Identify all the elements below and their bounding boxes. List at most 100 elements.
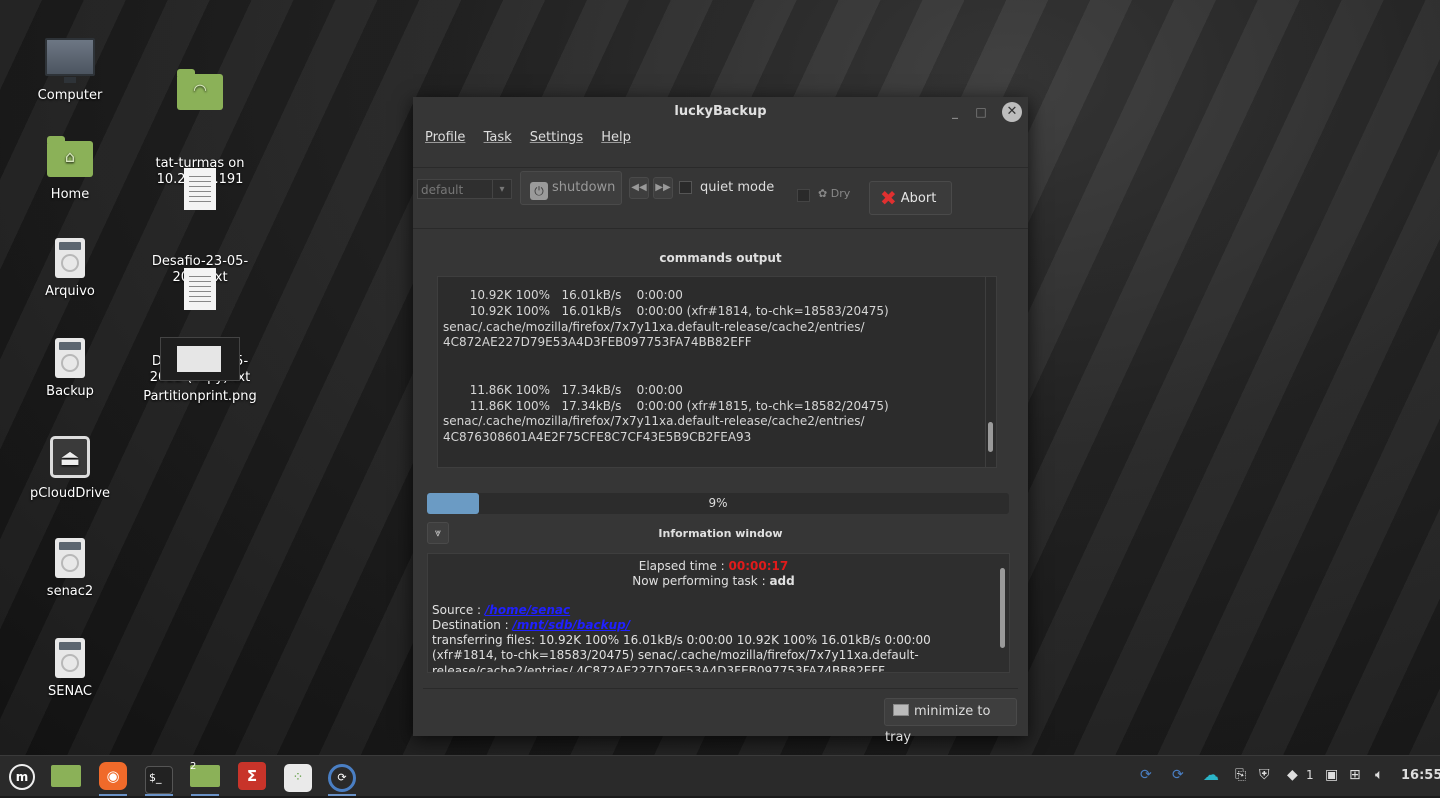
taskbar-luckybackup-button[interactable]: ⟳ bbox=[326, 760, 358, 796]
menu-help[interactable]: Help bbox=[601, 130, 631, 145]
network-icon[interactable]: ⊞ bbox=[1349, 767, 1361, 783]
chevron-down-icon: ▾ bbox=[492, 180, 511, 198]
tray-icon bbox=[893, 704, 909, 716]
shutdown-button[interactable]: ⏻ shutdown bbox=[520, 171, 622, 205]
window-title: luckyBackup bbox=[674, 104, 767, 119]
document-tray-icon[interactable]: ▣ bbox=[1325, 767, 1338, 783]
taskbar-firefox-button[interactable]: ◉ bbox=[97, 760, 129, 796]
window-count-badge: 2 bbox=[190, 761, 197, 772]
info-scrollbar[interactable] bbox=[998, 556, 1008, 672]
destination-path-link[interactable]: /mnt/sdb/backup/ bbox=[513, 618, 631, 632]
desktop-icon-backup[interactable]: Backup bbox=[10, 338, 130, 400]
desktop-icon-label: Partitionprint.png bbox=[143, 389, 257, 404]
clock[interactable]: 16:55 bbox=[1401, 768, 1440, 783]
progress-bar: 9% bbox=[427, 493, 1009, 514]
abort-label: Abort bbox=[900, 191, 937, 206]
network-folder-icon: ◠ bbox=[177, 69, 223, 110]
drive-icon bbox=[55, 238, 85, 278]
desktop-icon-label: SENAC bbox=[48, 684, 92, 699]
sync-tray-icon[interactable]: ⟳ bbox=[1140, 767, 1152, 783]
dry-run-checkbox[interactable] bbox=[797, 189, 810, 202]
taskbar-apps-grid-button[interactable]: ⁘ bbox=[282, 760, 314, 792]
home-folder-icon: ⌂ bbox=[47, 136, 93, 177]
active-indicator bbox=[99, 794, 127, 796]
taskbar-files-window-button[interactable]: 2 bbox=[189, 760, 221, 796]
eject-drive-icon: ⏏ bbox=[50, 436, 90, 478]
notifications-icon[interactable]: ◆ bbox=[1287, 767, 1298, 783]
toolbar: default ▾ ⏻ shutdown ◀◀ ▶▶ quiet mode ✿ D… bbox=[413, 167, 1028, 229]
desktop-icon-label: Arquivo bbox=[45, 284, 95, 299]
minimize-to-tray-button[interactable]: minimize to tray bbox=[884, 698, 1017, 745]
desktop-icon-label: Computer bbox=[37, 88, 103, 103]
source-row: Source : /home/senac bbox=[432, 603, 995, 618]
menu-task[interactable]: Task bbox=[484, 130, 512, 145]
dry-label: Dry bbox=[830, 187, 851, 200]
information-window[interactable]: Elapsed time : 00:00:17 Now performing t… bbox=[427, 553, 1010, 673]
current-task-label: Now performing task : bbox=[632, 574, 770, 589]
output-line: 10.92K 100% 16.01kB/s 0:00:00 (xfr#1814,… bbox=[443, 303, 889, 318]
mint-menu-button[interactable]: m bbox=[6, 760, 38, 792]
info-scrollbar-thumb[interactable] bbox=[1000, 568, 1005, 648]
active-indicator bbox=[145, 794, 173, 796]
source-path-link[interactable]: /home/senac bbox=[485, 603, 570, 617]
taskbar-terminal-button[interactable]: $_ bbox=[143, 760, 175, 796]
taskbar-files-button[interactable] bbox=[50, 760, 82, 792]
desktop-icon-pclouddrive[interactable]: ⏏ pCloudDrive bbox=[10, 436, 130, 502]
transfer-status-text: transferring files: 10.92K 100% 16.01kB/… bbox=[432, 633, 931, 673]
source-label: Source : bbox=[432, 602, 485, 617]
output-line: 4C872AE227D79E53A4D3FEB097753FA74BB82EFF bbox=[443, 335, 752, 350]
output-line: 11.86K 100% 17.34kB/s 0:00:00 bbox=[443, 382, 683, 397]
volume-icon[interactable]: 🔈︎ bbox=[1375, 767, 1383, 783]
separator bbox=[423, 688, 1018, 689]
terminal-icon: $_ bbox=[145, 766, 173, 794]
desktop-icon-computer[interactable]: Computer bbox=[10, 38, 130, 104]
window-titlebar[interactable]: luckyBackup _ □ ✕ bbox=[413, 97, 1028, 126]
output-line: senac/.cache/mozilla/firefox/7x7y11xa.de… bbox=[443, 414, 865, 429]
desktop-icon-partitionprint[interactable]: Partitionprint.png bbox=[140, 337, 260, 405]
rewind-icon: ◀◀ bbox=[631, 182, 647, 193]
elapsed-time-value: 00:00:17 bbox=[728, 559, 789, 573]
desktop-icon-arquivo[interactable]: Arquivo bbox=[10, 238, 130, 300]
output-line: 4C876308601A4E2F75CFE8C7CF43E5B9CB2FEA93 bbox=[443, 430, 752, 445]
clipboard-tray-icon[interactable]: ⎘ bbox=[1235, 767, 1246, 783]
desktop-icon-senac2[interactable]: senac2 bbox=[10, 538, 130, 600]
profile-select[interactable]: default ▾ bbox=[417, 179, 512, 199]
collapse-all-button[interactable]: ◀◀ bbox=[629, 177, 649, 199]
taskbar-fontforge-button[interactable]: Σ bbox=[236, 760, 268, 792]
active-indicator bbox=[328, 794, 356, 796]
menubar: Profile Task Settings Help bbox=[413, 126, 1028, 150]
pcloud-tray-icon[interactable]: ☁ bbox=[1203, 765, 1219, 784]
current-task-value: add bbox=[769, 574, 795, 589]
desktop-icon-label: senac2 bbox=[46, 584, 94, 599]
commands-output-title: commands output bbox=[659, 251, 782, 265]
close-window-icon[interactable]: ✕ bbox=[1002, 102, 1022, 122]
expand-all-button[interactable]: ▶▶ bbox=[653, 177, 673, 199]
workspace-count: 1 bbox=[1306, 768, 1314, 782]
quiet-mode-checkbox[interactable] bbox=[679, 181, 692, 194]
maximize-window-icon[interactable]: □ bbox=[972, 103, 990, 121]
menu-settings[interactable]: Settings bbox=[530, 130, 583, 145]
output-scrollbar-thumb[interactable] bbox=[988, 422, 993, 452]
elapsed-time-label: Elapsed time : bbox=[638, 559, 729, 573]
fan-icon: ✿ bbox=[818, 187, 828, 200]
power-icon: ⏻ bbox=[530, 182, 548, 200]
quiet-mode-label: quiet mode bbox=[700, 180, 775, 195]
luckybackup-window: luckyBackup _ □ ✕ Profile Task Settings … bbox=[413, 97, 1028, 745]
dry-run-toggle[interactable]: ✿ Dry bbox=[818, 187, 850, 200]
image-file-icon bbox=[160, 337, 240, 381]
output-scrollbar[interactable] bbox=[985, 277, 996, 467]
shutdown-label: shutdown bbox=[552, 180, 616, 195]
commands-output-text[interactable]: 10.92K 100% 16.01kB/s 0:00:00 10.92K 100… bbox=[437, 276, 997, 468]
shield-icon[interactable]: ⛨ bbox=[1259, 767, 1270, 783]
sync-tray-icon[interactable]: ⟳ bbox=[1172, 767, 1184, 783]
abort-button[interactable]: ✖ Abort bbox=[869, 181, 952, 215]
desktop-icon-home[interactable]: ⌂ Home bbox=[10, 136, 130, 203]
desktop-icon-senac[interactable]: SENAC bbox=[10, 638, 130, 700]
menu-profile[interactable]: Profile bbox=[425, 130, 465, 145]
destination-row: Destination : /mnt/sdb/backup/ bbox=[432, 618, 995, 633]
output-line: 11.86K 100% 17.34kB/s 0:00:00 (xfr#1815,… bbox=[443, 398, 889, 413]
taskbar: m ◉ $_ 2 Σ ⁘ ⟳ ⟳ ⟳ ☁ ⎘ ⛨ ◆ 1 ▣ ⊞ 🔈︎ 16:5… bbox=[0, 755, 1440, 796]
minimize-window-icon[interactable]: _ bbox=[946, 103, 964, 121]
drive-icon bbox=[55, 538, 85, 578]
